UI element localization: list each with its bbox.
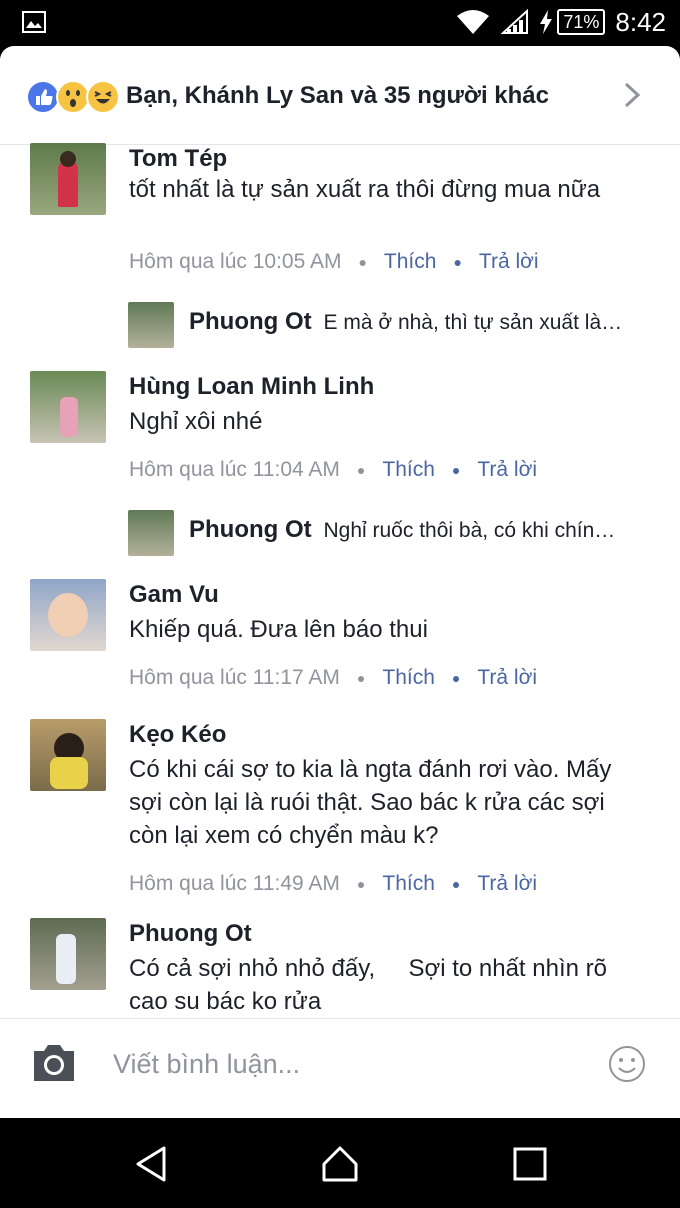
reply-text: E mà ở nhà, thì tự sản xuất là… — [323, 311, 623, 334]
comment-time: Hôm qua lúc 11:17 AM — [129, 666, 340, 689]
comment-time: Hôm qua lúc 11:04 AM — [129, 458, 340, 481]
reply-preview[interactable]: Phuong Ot Nghỉ ruốc thôi bà, có khi chín… — [0, 510, 680, 558]
emoji-icon[interactable] — [608, 1045, 646, 1083]
reply-link[interactable]: Trả lời — [477, 872, 537, 896]
comment-author[interactable]: Gam Vu — [129, 581, 219, 609]
like-link[interactable]: Thích — [382, 872, 435, 896]
charging-icon — [540, 10, 553, 34]
reply-link[interactable]: Trả lời — [477, 458, 537, 482]
reactions-bar[interactable]: Bạn, Khánh Ly San và 35 người khác — [0, 46, 680, 145]
comment-time: Hôm qua lúc 10:05 AM — [129, 250, 342, 273]
wifi-icon — [457, 10, 490, 34]
comments-sheet: Bạn, Khánh Ly San và 35 người khác Tom T… — [0, 46, 680, 1118]
avatar[interactable] — [30, 579, 106, 651]
avatar[interactable] — [30, 143, 106, 215]
like-reaction-icon — [26, 80, 60, 114]
avatar[interactable] — [30, 918, 106, 990]
comment-text: tốt nhất là tự sản xuất ra thôi đừng mua… — [129, 176, 601, 203]
signal-icon — [501, 9, 529, 34]
image-notification-icon — [22, 11, 46, 33]
battery-indicator: 71% — [539, 9, 606, 35]
like-link[interactable]: Thích — [382, 458, 435, 482]
reply-author[interactable]: Phuong Ot — [189, 516, 312, 543]
avatar[interactable] — [30, 371, 106, 443]
comment-time: Hôm qua lúc 11:49 AM — [129, 872, 340, 895]
avatar[interactable] — [128, 302, 174, 348]
comment-meta: Hôm qua lúc 10:05 AM ● Thích ● Trả lời — [129, 250, 539, 274]
avatar[interactable] — [30, 719, 106, 791]
reply-preview[interactable]: Phuong Ot E mà ở nhà, thì tự sản xuất là… — [0, 302, 680, 350]
avatar[interactable] — [128, 510, 174, 556]
comment-text: Khiếp quá. Đưa lên báo thui — [129, 616, 428, 643]
reaction-icons — [26, 80, 120, 114]
recents-icon[interactable] — [510, 1144, 550, 1184]
clock: 8:42 — [615, 6, 666, 37]
camera-icon[interactable] — [30, 1043, 78, 1083]
system-nav-bar — [0, 1118, 680, 1208]
comment-text: Nghỉ xôi nhé — [129, 408, 263, 435]
comment-text: Có khi cái sợ to kia là ngta đánh rơi và… — [129, 756, 612, 849]
reply-link[interactable]: Trả lời — [479, 250, 539, 274]
battery-percent: 71% — [557, 9, 606, 35]
comment-text: Có cả sợi nhỏ nhỏ đấy, Sợi to nhất nhìn … — [129, 955, 614, 1015]
home-icon[interactable] — [320, 1144, 360, 1184]
comment-author[interactable]: Phuong Ot — [129, 920, 252, 948]
comment-meta: Hôm qua lúc 11:17 AM ● Thích ● Trả lời — [129, 666, 538, 690]
comment-author[interactable]: Hùng Loan Minh Linh — [129, 373, 374, 401]
like-link[interactable]: Thích — [384, 250, 437, 274]
haha-reaction-icon — [86, 80, 120, 114]
comment-input[interactable]: Viết bình luận... — [113, 1049, 300, 1080]
reply-text: Nghỉ ruốc thôi bà, có khi chín… — [323, 519, 616, 542]
comment-composer: Viết bình luận... — [0, 1018, 680, 1118]
back-icon[interactable] — [132, 1144, 172, 1184]
comment-meta: Hôm qua lúc 11:49 AM ● Thích ● Trả lời — [129, 872, 538, 896]
status-bar: 71% 8:42 — [0, 0, 680, 44]
comment-author[interactable]: Tom Tép — [129, 145, 227, 173]
reply-link[interactable]: Trả lời — [477, 666, 537, 690]
comment-meta: Hôm qua lúc 11:04 AM ● Thích ● Trả lời — [129, 458, 538, 482]
reactions-summary: Bạn, Khánh Ly San và 35 người khác — [126, 82, 549, 109]
comment-author[interactable]: Kẹo Kéo — [129, 721, 226, 749]
reply-author[interactable]: Phuong Ot — [189, 308, 312, 335]
like-link[interactable]: Thích — [382, 666, 435, 690]
chevron-right-icon[interactable] — [620, 80, 646, 110]
wow-reaction-icon — [56, 80, 90, 114]
